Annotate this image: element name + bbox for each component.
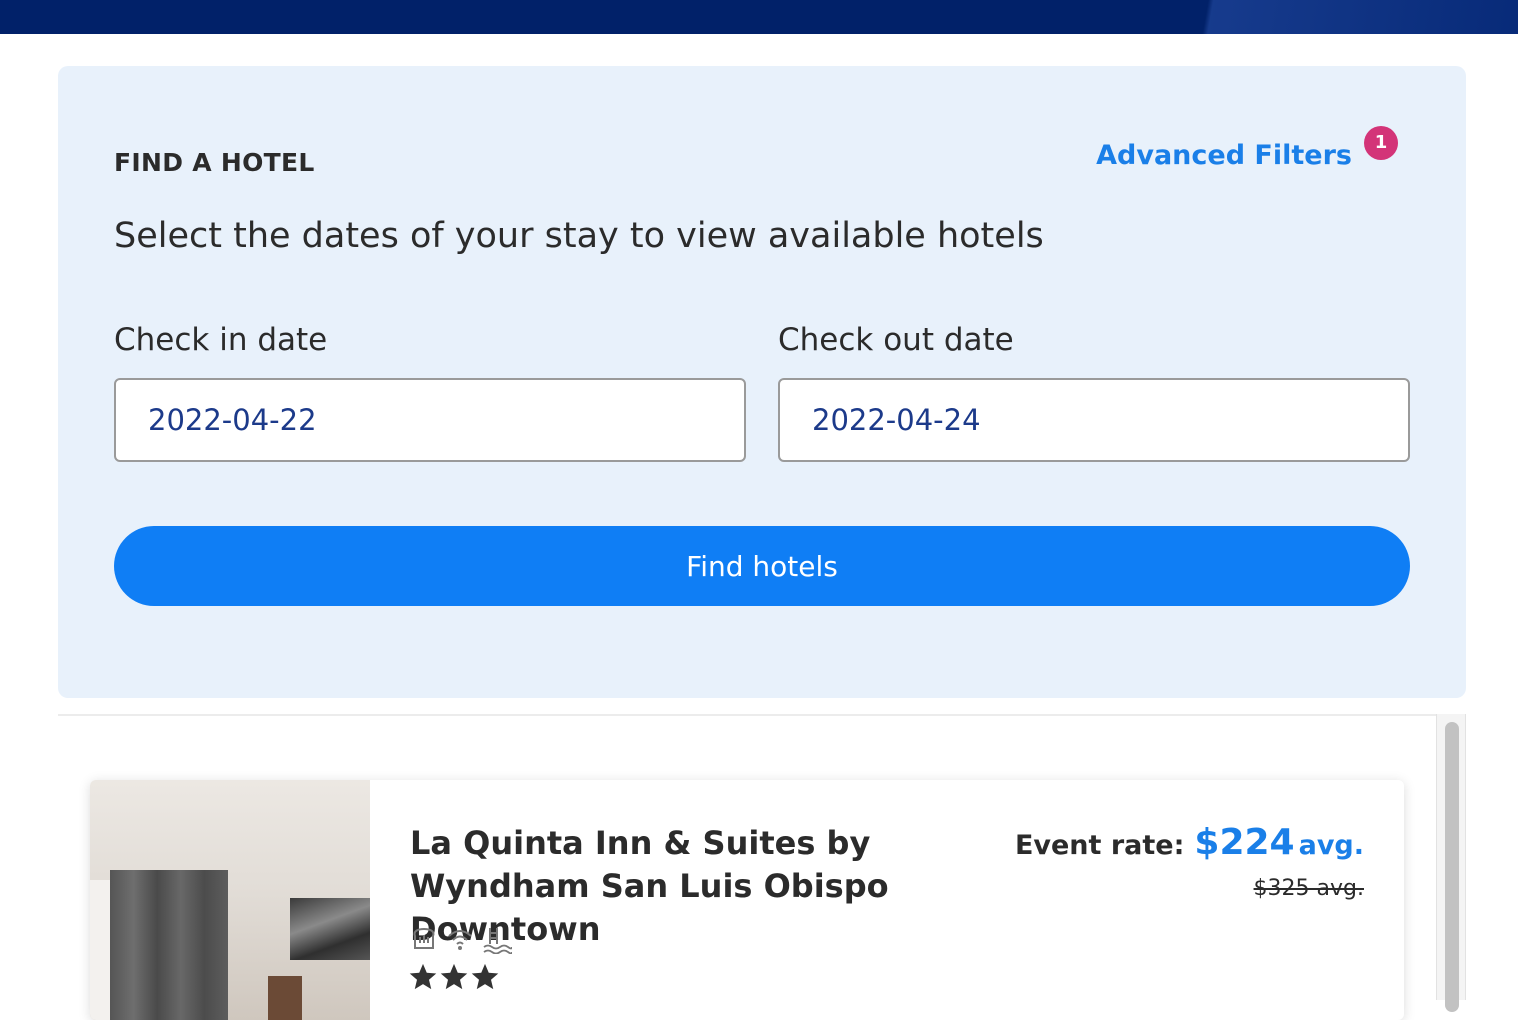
event-rate-label: Event rate: <box>1014 830 1185 861</box>
advanced-filters-link[interactable]: Advanced Filters <box>1096 140 1352 171</box>
breakfast-icon <box>410 926 438 954</box>
results-scrollbar[interactable] <box>1436 714 1466 1012</box>
event-rate: Event rate: $224 avg. <box>1015 822 1364 863</box>
photo-lamp <box>268 976 302 1020</box>
find-hotels-button[interactable]: Find hotels <box>114 526 1410 606</box>
check-out-date-input[interactable] <box>778 378 1410 462</box>
amenities-list <box>410 926 512 954</box>
results-divider <box>58 714 1436 716</box>
check-out-label: Check out date <box>778 322 1014 358</box>
hotel-photo[interactable] <box>90 780 370 1020</box>
star-icon <box>440 963 468 990</box>
photo-wall-art <box>290 898 370 960</box>
original-rate: $325 avg. <box>1253 876 1364 901</box>
star-icon <box>409 963 437 990</box>
filter-count-badge: 1 <box>1364 126 1398 160</box>
wifi-icon <box>446 926 474 954</box>
pool-icon <box>482 926 512 954</box>
check-in-label: Check in date <box>114 322 328 358</box>
find-hotel-heading: FIND A HOTEL <box>114 148 315 177</box>
check-in-date-input[interactable] <box>114 378 746 462</box>
search-instructions: Select the dates of your stay to view av… <box>114 216 1044 256</box>
event-rate-suffix: avg. <box>1298 830 1364 861</box>
star-rating <box>408 962 500 992</box>
photo-curtain <box>110 870 228 1020</box>
hotel-search-panel: FIND A HOTEL Advanced Filters 1 Select t… <box>58 66 1466 698</box>
star-icon <box>471 963 499 990</box>
event-rate-price: $224 <box>1194 822 1295 863</box>
hotel-result-card[interactable]: La Quinta Inn & Suites by Wyndham San Lu… <box>90 780 1404 1020</box>
top-header-bar <box>0 0 1518 34</box>
scrollbar-thumb[interactable] <box>1445 722 1459 1012</box>
header-decoration <box>998 0 1518 34</box>
